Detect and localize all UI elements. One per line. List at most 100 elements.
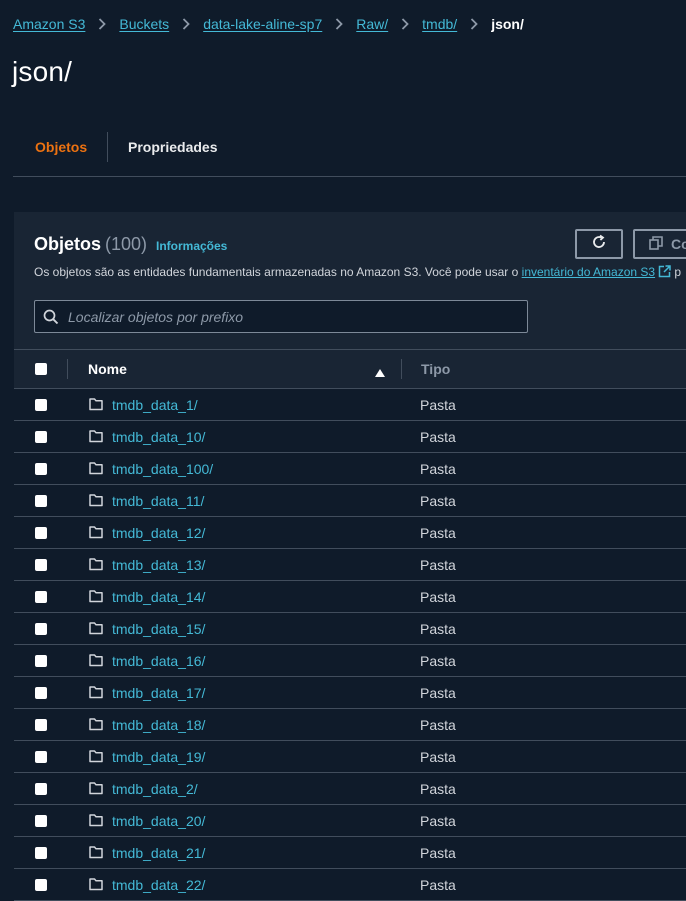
row-checkbox[interactable] bbox=[35, 399, 47, 411]
type-cell: Pasta bbox=[420, 877, 456, 893]
row-checkbox[interactable] bbox=[35, 591, 47, 603]
folder-icon bbox=[89, 653, 103, 667]
type-cell: Pasta bbox=[420, 493, 456, 509]
refresh-button[interactable] bbox=[575, 229, 623, 259]
folder-link[interactable]: tmdb_data_15/ bbox=[112, 621, 205, 637]
folder-icon bbox=[89, 717, 103, 731]
type-cell: Pasta bbox=[420, 685, 456, 701]
row-checkbox[interactable] bbox=[35, 751, 47, 763]
table-row: tmdb_data_100/Pasta bbox=[14, 453, 686, 485]
row-checkbox[interactable] bbox=[35, 495, 47, 507]
panel-description: Os objetos são as entidades fundamentais… bbox=[34, 265, 681, 281]
objects-table: Nome Tipo tmdb_data_1/Pasta tmdb_data_10/… bbox=[14, 349, 686, 901]
info-link[interactable]: Informações bbox=[156, 239, 227, 253]
folder-icon bbox=[89, 877, 103, 891]
copy-button-label: Copiar bbox=[671, 236, 686, 252]
column-header-name[interactable]: Nome bbox=[88, 361, 127, 377]
breadcrumb-bucket[interactable]: data-lake-aline-sp7 bbox=[203, 16, 322, 32]
refresh-icon bbox=[591, 234, 607, 255]
table-row: tmdb_data_13/Pasta bbox=[14, 549, 686, 581]
table-row: tmdb_data_2/Pasta bbox=[14, 773, 686, 805]
folder-icon bbox=[89, 813, 103, 827]
column-header-type[interactable]: Tipo bbox=[421, 361, 450, 377]
folder-link[interactable]: tmdb_data_1/ bbox=[112, 397, 198, 413]
copy-button[interactable]: Copiar bbox=[633, 229, 686, 259]
row-checkbox[interactable] bbox=[35, 687, 47, 699]
folder-icon bbox=[89, 589, 103, 603]
column-divider bbox=[67, 359, 68, 379]
row-checkbox[interactable] bbox=[35, 463, 47, 475]
folder-link[interactable]: tmdb_data_12/ bbox=[112, 525, 205, 541]
folder-link[interactable]: tmdb_data_11/ bbox=[112, 493, 204, 509]
folder-icon bbox=[89, 749, 103, 763]
folder-link[interactable]: tmdb_data_13/ bbox=[112, 557, 205, 573]
folder-link[interactable]: tmdb_data_16/ bbox=[112, 653, 205, 669]
sort-ascending-icon[interactable] bbox=[375, 364, 385, 382]
panel-title-text: Objetos bbox=[34, 234, 102, 254]
breadcrumb-current: json/ bbox=[491, 16, 524, 32]
search-icon bbox=[43, 309, 59, 325]
folder-icon bbox=[89, 525, 103, 539]
breadcrumb-buckets[interactable]: Buckets bbox=[119, 16, 169, 32]
page-title: json/ bbox=[12, 56, 73, 87]
type-cell: Pasta bbox=[420, 749, 456, 765]
inventory-link[interactable]: inventário do Amazon S3 bbox=[522, 265, 655, 279]
folder-link[interactable]: tmdb_data_21/ bbox=[112, 845, 205, 861]
tab-objects[interactable]: Objetos bbox=[35, 126, 87, 168]
objects-panel: Objetos(100) Informações Copiar Os objet… bbox=[14, 212, 686, 901]
folder-link[interactable]: tmdb_data_100/ bbox=[112, 461, 213, 477]
copy-icon bbox=[649, 235, 663, 253]
tab-properties[interactable]: Propriedades bbox=[128, 126, 217, 168]
folder-icon bbox=[89, 621, 103, 635]
folder-link[interactable]: tmdb_data_20/ bbox=[112, 813, 205, 829]
external-link-icon bbox=[658, 265, 671, 281]
row-checkbox[interactable] bbox=[35, 847, 47, 859]
tab-bar: Objetos Propriedades bbox=[13, 126, 686, 177]
folder-link[interactable]: tmdb_data_19/ bbox=[112, 749, 205, 765]
folder-icon bbox=[89, 461, 103, 475]
select-all-checkbox[interactable] bbox=[35, 363, 47, 375]
folder-link[interactable]: tmdb_data_2/ bbox=[112, 781, 198, 797]
table-row: tmdb_data_12/Pasta bbox=[14, 517, 686, 549]
description-text-after: p bbox=[674, 265, 682, 279]
row-checkbox[interactable] bbox=[35, 719, 47, 731]
folder-link[interactable]: tmdb_data_17/ bbox=[112, 685, 205, 701]
folder-icon bbox=[89, 845, 103, 859]
row-checkbox[interactable] bbox=[35, 527, 47, 539]
row-checkbox[interactable] bbox=[35, 623, 47, 635]
table-row: tmdb_data_10/Pasta bbox=[14, 421, 686, 453]
chevron-right-icon bbox=[182, 18, 190, 30]
row-checkbox[interactable] bbox=[35, 815, 47, 827]
type-cell: Pasta bbox=[420, 461, 456, 477]
search-input[interactable] bbox=[66, 307, 510, 326]
chevron-right-icon bbox=[470, 18, 478, 30]
folder-link[interactable]: tmdb_data_10/ bbox=[112, 429, 205, 445]
folder-link[interactable]: tmdb_data_18/ bbox=[112, 717, 205, 733]
folder-link[interactable]: tmdb_data_22/ bbox=[112, 877, 205, 893]
folder-icon bbox=[89, 557, 103, 571]
breadcrumb-raw[interactable]: Raw/ bbox=[356, 16, 388, 32]
panel-title: Objetos (100) bbox=[34, 234, 147, 255]
row-checkbox[interactable] bbox=[35, 879, 47, 891]
folder-link[interactable]: tmdb_data_14/ bbox=[112, 589, 205, 605]
table-row: tmdb_data_14/Pasta bbox=[14, 581, 686, 613]
row-checkbox[interactable] bbox=[35, 559, 47, 571]
row-checkbox[interactable] bbox=[35, 783, 47, 795]
table-row: tmdb_data_15/Pasta bbox=[14, 613, 686, 645]
type-cell: Pasta bbox=[420, 525, 456, 541]
breadcrumb-amazon-s3[interactable]: Amazon S3 bbox=[13, 16, 85, 32]
tab-divider bbox=[107, 132, 108, 162]
table-header: Nome Tipo bbox=[14, 349, 686, 389]
table-row: tmdb_data_16/Pasta bbox=[14, 645, 686, 677]
table-row: tmdb_data_22/Pasta bbox=[14, 869, 686, 901]
breadcrumb-tmdb[interactable]: tmdb/ bbox=[422, 16, 457, 32]
folder-icon bbox=[89, 397, 103, 411]
table-row: tmdb_data_17/Pasta bbox=[14, 677, 686, 709]
type-cell: Pasta bbox=[420, 653, 456, 669]
row-checkbox[interactable] bbox=[35, 655, 47, 667]
type-cell: Pasta bbox=[420, 557, 456, 573]
table-row: tmdb_data_19/Pasta bbox=[14, 741, 686, 773]
row-checkbox[interactable] bbox=[35, 431, 47, 443]
table-row: tmdb_data_21/Pasta bbox=[14, 837, 686, 869]
object-count: (100) bbox=[105, 234, 148, 254]
